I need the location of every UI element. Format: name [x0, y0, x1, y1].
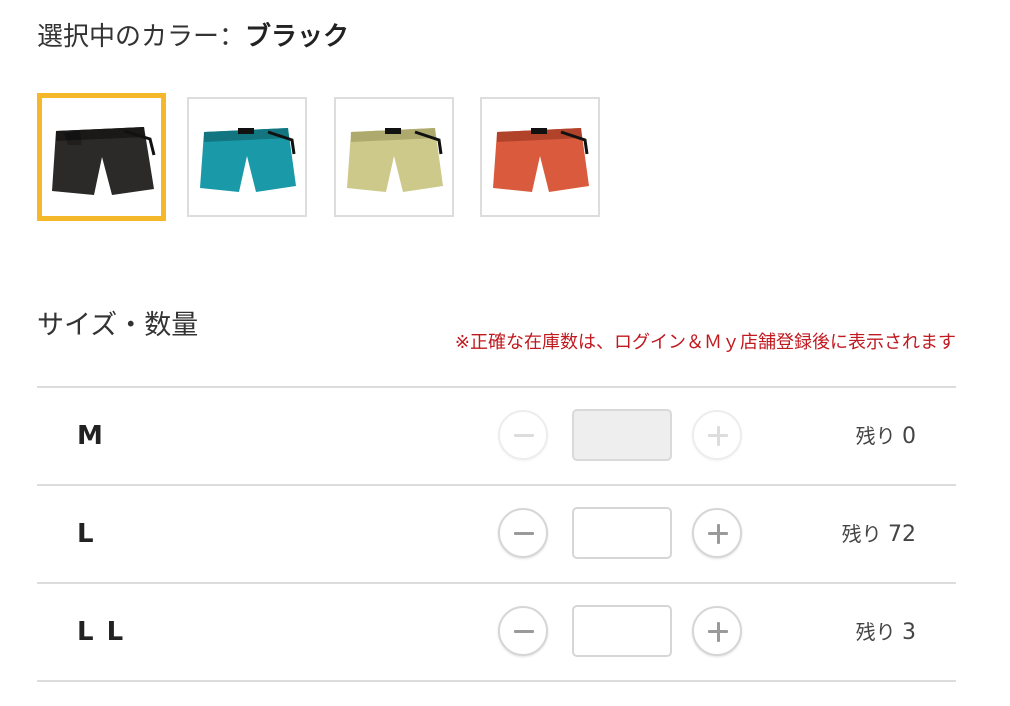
size-row-m: M 残り 0: [37, 388, 956, 486]
color-swatch-light-yellow[interactable]: [334, 97, 454, 217]
shorts-image-orange: [493, 128, 589, 192]
increase-quantity-button[interactable]: [692, 508, 742, 558]
size-label: L L: [77, 617, 126, 647]
stock-count: 0: [902, 424, 916, 449]
stock-remaining: 残り 72: [842, 486, 916, 582]
size-label: M: [77, 421, 105, 451]
stock-count: 72: [888, 522, 916, 547]
shorts-image-light-yellow: [347, 128, 443, 192]
minus-icon: [514, 630, 534, 633]
stock-remaining: 残り 0: [856, 388, 916, 484]
stock-prefix: 残り: [855, 620, 896, 644]
shorts-image-black: [51, 127, 155, 195]
quantity-input[interactable]: [572, 507, 672, 559]
shorts-image-turquoise: [200, 128, 296, 192]
increase-quantity-button[interactable]: [692, 410, 742, 460]
size-label: L: [77, 519, 96, 549]
selected-color-prefix: 選択中のカラー：: [37, 22, 246, 52]
quantity-input[interactable]: [572, 409, 672, 461]
size-quantity-heading: サイズ・数量: [37, 310, 199, 341]
decrease-quantity-button[interactable]: [498, 508, 548, 558]
color-swatch-turquoise[interactable]: [187, 97, 307, 217]
increase-quantity-button[interactable]: [692, 606, 742, 656]
selected-color-name: ブラック: [245, 22, 350, 52]
quantity-input[interactable]: [572, 605, 672, 657]
decrease-quantity-button[interactable]: [498, 410, 548, 460]
decrease-quantity-button[interactable]: [498, 606, 548, 656]
color-swatch-black[interactable]: [37, 93, 166, 221]
size-quantity-table: M 残り 0 L 残り 72 L L 残り 3: [37, 386, 956, 682]
color-swatch-orange[interactable]: [480, 97, 600, 217]
selected-color-heading: 選択中のカラー：ブラック: [37, 20, 349, 54]
minus-icon: [514, 532, 534, 535]
stock-accuracy-note: ※正確な在庫数は、ログイン＆Ｍｙ店舗登録後に表示されます: [454, 332, 956, 353]
stock-prefix: 残り: [855, 424, 896, 448]
color-swatch-list: [37, 93, 637, 223]
size-row-l: L 残り 72: [37, 486, 956, 584]
stock-count: 3: [902, 620, 916, 645]
stock-remaining: 残り 3: [856, 584, 916, 680]
size-row-ll: L L 残り 3: [37, 584, 956, 682]
stock-prefix: 残り: [841, 522, 882, 546]
minus-icon: [514, 434, 534, 437]
